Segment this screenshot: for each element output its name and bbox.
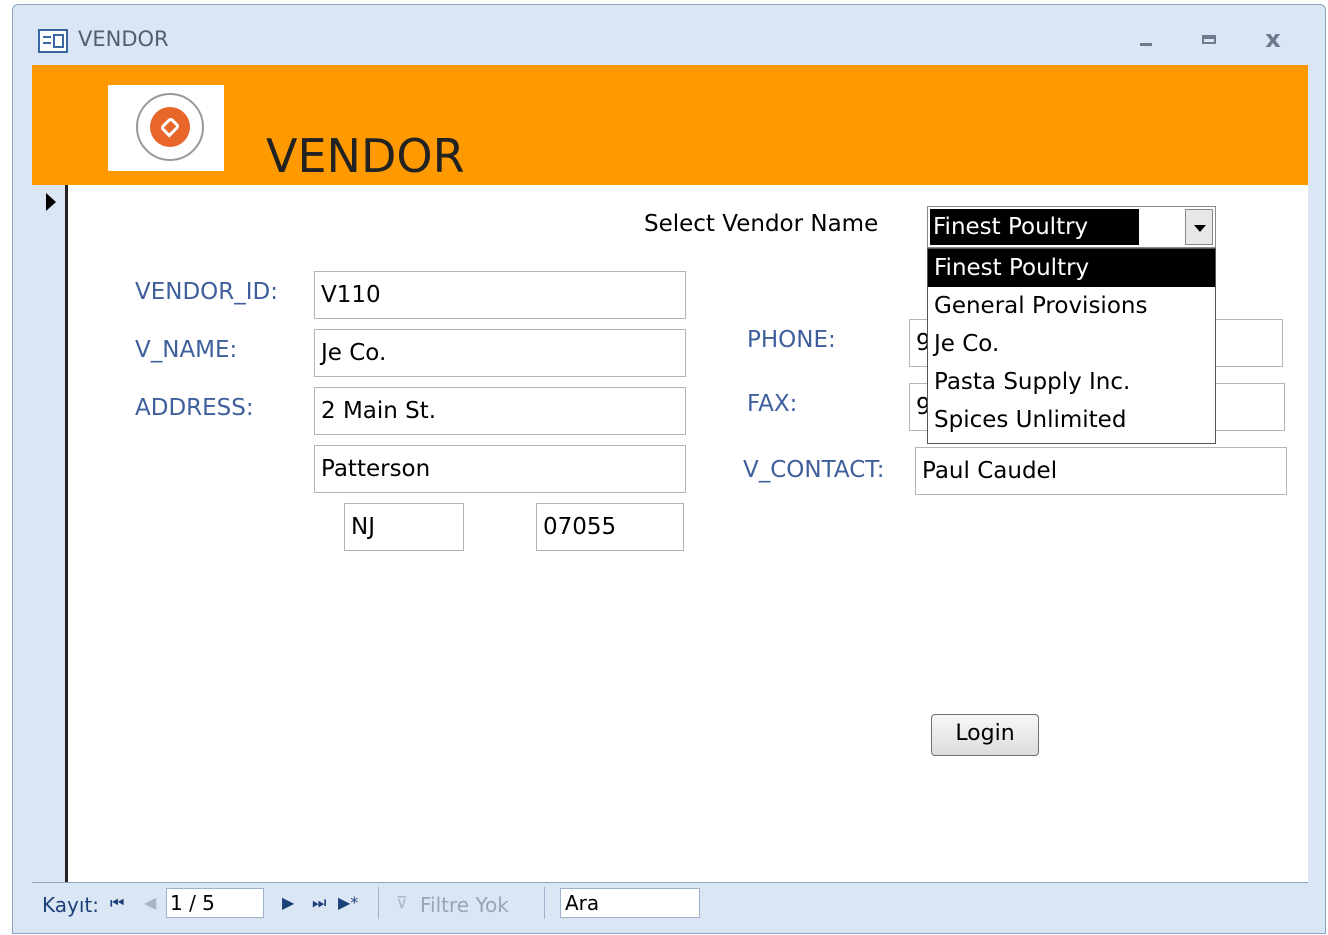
vendor-id-field[interactable]: V110 bbox=[314, 271, 686, 319]
university-logo-icon bbox=[108, 85, 224, 171]
minimize-button[interactable] bbox=[1131, 23, 1163, 55]
fax-label: FAX: bbox=[747, 391, 798, 417]
dropdown-option[interactable]: Spices Unlimited bbox=[928, 401, 1215, 439]
previous-record-icon[interactable]: ◀ bbox=[144, 893, 156, 912]
dropdown-option[interactable]: Je Co. bbox=[928, 325, 1215, 363]
form-window: VENDOR x VENDOR Select Vendor Name Fines… bbox=[12, 4, 1326, 934]
next-record-icon[interactable]: ▶ bbox=[282, 893, 294, 912]
chevron-down-icon bbox=[1194, 225, 1206, 232]
first-record-icon[interactable]: ⏮ bbox=[110, 893, 124, 913]
address-state-field[interactable]: NJ bbox=[344, 503, 464, 551]
vendor-combo-box[interactable]: Finest Poultry bbox=[927, 206, 1216, 248]
address-city-field[interactable]: Patterson bbox=[314, 445, 686, 493]
form-header: VENDOR bbox=[32, 65, 1308, 185]
combo-dropdown-button[interactable] bbox=[1185, 209, 1213, 245]
select-vendor-label: Select Vendor Name bbox=[644, 211, 879, 237]
current-record-icon bbox=[46, 193, 56, 211]
close-button[interactable]: x bbox=[1257, 23, 1289, 55]
filter-status[interactable]: Filtre Yok bbox=[420, 893, 509, 917]
page-title: VENDOR bbox=[266, 129, 465, 183]
maximize-icon bbox=[1202, 35, 1216, 44]
minimize-icon bbox=[1140, 43, 1152, 46]
dropdown-option[interactable]: General Provisions bbox=[928, 287, 1215, 325]
v-name-label: V_NAME: bbox=[135, 337, 238, 363]
dropdown-option[interactable]: Finest Poultry bbox=[928, 249, 1215, 287]
current-record-field[interactable]: 1 / 5 bbox=[166, 888, 264, 918]
v-contact-label: V_CONTACT: bbox=[743, 457, 885, 483]
v-name-field[interactable]: Je Co. bbox=[314, 329, 686, 377]
dropdown-option[interactable]: Pasta Supply Inc. bbox=[928, 363, 1215, 401]
phone-label: PHONE: bbox=[747, 327, 836, 353]
address-line1-field[interactable]: 2 Main St. bbox=[314, 387, 686, 435]
v-contact-field[interactable]: Paul Caudel bbox=[915, 447, 1287, 495]
record-label: Kayıt: bbox=[42, 893, 99, 917]
address-zip-field[interactable]: 07055 bbox=[536, 503, 684, 551]
vendor-dropdown-list: Finest Poultry General Provisions Je Co.… bbox=[927, 248, 1216, 444]
window-title: VENDOR bbox=[78, 27, 169, 51]
login-button[interactable]: Login bbox=[931, 714, 1039, 756]
last-record-icon[interactable]: ⏭ bbox=[312, 893, 326, 913]
record-navigation-bar: Kayıt: ⏮ ◀ 1 / 5 ▶ ⏭ ▶* ⊽ Filtre Yok Ara bbox=[32, 882, 1308, 922]
address-label: ADDRESS: bbox=[135, 395, 254, 421]
maximize-button[interactable] bbox=[1193, 23, 1225, 55]
record-selector[interactable] bbox=[32, 185, 68, 882]
vendor-combo-value[interactable]: Finest Poultry bbox=[930, 209, 1139, 245]
title-bar: VENDOR x bbox=[13, 5, 1325, 65]
new-record-icon[interactable]: ▶* bbox=[338, 893, 358, 912]
search-input[interactable]: Ara bbox=[560, 888, 700, 918]
filter-icon: ⊽ bbox=[396, 893, 408, 912]
vendor-id-label: VENDOR_ID: bbox=[135, 279, 279, 305]
form-icon bbox=[38, 29, 68, 53]
form-detail: Select Vendor Name Finest Poultry Finest… bbox=[68, 185, 1308, 882]
